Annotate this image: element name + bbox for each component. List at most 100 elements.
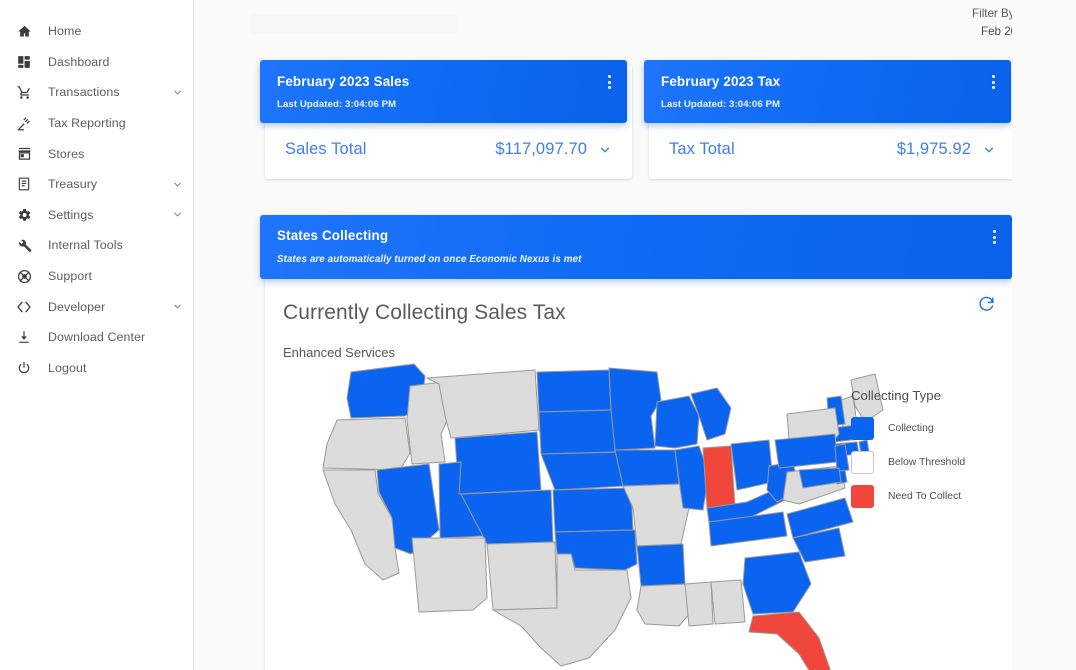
chevron-down-icon[interactable]: [172, 179, 183, 190]
loading-placeholder-bar: [251, 14, 457, 34]
tax-card-title: February 2023 Tax: [661, 74, 781, 89]
sidebar-item-download-center[interactable]: Download Center: [0, 322, 193, 353]
sidebar-item-label: Internal Tools: [48, 238, 123, 253]
enhanced-services-label: Enhanced Services: [283, 345, 396, 360]
legend-swatch: [851, 485, 874, 508]
sales-card-subtitle: Last Updated: 3:04:06 PM: [277, 99, 397, 110]
map-state-ga[interactable]: [742, 551, 812, 615]
filter-value: Feb 2023: [981, 25, 1030, 38]
sales-total-row[interactable]: Sales Total $117,097.70: [265, 123, 632, 179]
home-icon: [14, 22, 34, 40]
sidebar-item-label: Support: [48, 269, 93, 284]
kebab-menu-icon[interactable]: [991, 228, 998, 246]
kebab-menu-icon[interactable]: [606, 73, 613, 91]
sidebar-item-label: Transactions: [48, 85, 120, 100]
map-state-in[interactable]: [702, 445, 736, 509]
map-state-ne[interactable]: [540, 451, 626, 491]
sidebar-item-transactions[interactable]: Transactions: [0, 77, 193, 108]
right-background-strip: [1012, 0, 1076, 670]
receipt-icon: [14, 175, 34, 193]
page-title: Currently Collecting Sales Tax: [283, 301, 566, 324]
sidebar-item-support[interactable]: Support: [0, 261, 193, 292]
month-filter[interactable]: Filter By Month Feb 2023: [972, 6, 1050, 38]
legend-label: Below Threshold: [888, 457, 966, 468]
sales-summary-card: February 2023 Sales Last Updated: 3:04:0…: [260, 60, 632, 179]
map-state-mn[interactable]: [608, 367, 662, 451]
map-state-sd[interactable]: [538, 409, 616, 455]
states-card-subtitle: States are automatically turned on once …: [277, 254, 582, 265]
sales-total-value: $117,097.70: [495, 140, 587, 158]
chevron-down-icon[interactable]: [598, 143, 612, 157]
filter-title: Filter By Month: [972, 7, 1050, 20]
sales-card-header: February 2023 Sales Last Updated: 3:04:0…: [260, 60, 627, 123]
sales-total-value-group: $117,097.70: [495, 140, 612, 159]
calendar-icon[interactable]: [1037, 25, 1050, 38]
chevron-down-icon[interactable]: [172, 301, 183, 312]
chevron-down-icon[interactable]: [172, 209, 183, 220]
map-state-ar[interactable]: [636, 543, 686, 587]
sidebar-item-stores[interactable]: Stores: [0, 138, 193, 169]
sidebar-item-settings[interactable]: Settings: [0, 200, 193, 231]
map-state-al[interactable]: [710, 579, 746, 625]
sidebar-item-dashboard[interactable]: Dashboard: [0, 47, 193, 78]
sidebar-item-label: Treasury: [48, 177, 98, 192]
sales-card-title: February 2023 Sales: [277, 74, 410, 89]
map-state-oh[interactable]: [730, 439, 774, 491]
legend-title: Collecting Type: [851, 388, 941, 403]
summary-cards-row: February 2023 Sales Last Updated: 3:04:0…: [260, 60, 1017, 179]
legend-entry: Need To Collect: [851, 485, 1001, 508]
code-icon: [14, 298, 34, 316]
tax-total-value-group: $1,975.92: [897, 140, 996, 159]
sidebar-item-internal-tools[interactable]: Internal Tools: [0, 230, 193, 261]
tax-card-subtitle: Last Updated: 3:04:06 PM: [661, 99, 781, 110]
map-state-fl[interactable]: [748, 611, 831, 670]
map-state-ms[interactable]: [684, 581, 714, 627]
map-legend: Collecting Type Collecting Below Threshol…: [851, 388, 1001, 519]
tax-total-label: Tax Total: [669, 140, 735, 158]
dashboard-page: Home Dashboard Transactions Tax Reporting St…: [0, 0, 1076, 670]
states-card-title: States Collecting: [277, 228, 389, 243]
sidebar-item-label: Home: [48, 24, 82, 39]
sidebar-item-label: Logout: [48, 360, 87, 375]
legend-swatch: [851, 451, 874, 474]
gavel-icon: [14, 114, 34, 132]
map-state-az[interactable]: [411, 537, 488, 613]
sidebar-item-developer[interactable]: Developer: [0, 291, 193, 322]
legend-entry: Below Threshold: [851, 451, 1001, 474]
chevron-down-icon[interactable]: [982, 143, 996, 157]
map-state-wi[interactable]: [654, 395, 700, 449]
sidebar-item-logout[interactable]: Logout: [0, 353, 193, 384]
map-state-pa[interactable]: [774, 433, 838, 469]
filter-value-row[interactable]: Feb 2023: [972, 25, 1050, 38]
sidebar-item-tax-reporting[interactable]: Tax Reporting: [0, 108, 193, 139]
map-state-nm[interactable]: [486, 541, 558, 611]
sales-total-label: Sales Total: [285, 140, 367, 158]
refresh-icon[interactable]: [978, 296, 995, 313]
legend-entry: Collecting: [851, 417, 1001, 440]
map-state-nd[interactable]: [536, 369, 612, 413]
power-icon: [14, 359, 34, 377]
kebab-menu-icon[interactable]: [990, 73, 997, 91]
map-state-la[interactable]: [636, 583, 692, 627]
map-state-ks[interactable]: [552, 487, 634, 533]
main-content: Filter By Month Feb 2023 February 2023 S…: [194, 0, 1076, 670]
sidebar-nav-list: Home Dashboard Transactions Tax Reporting St…: [0, 16, 193, 383]
sidebar-item-label: Developer: [48, 299, 106, 314]
sidebar-item-label: Stores: [48, 146, 85, 161]
download-icon: [14, 328, 34, 346]
states-collecting-card: States Collecting States are automatical…: [260, 215, 1017, 670]
sidebar-item-label: Download Center: [48, 330, 146, 345]
sidebar-item-treasury[interactable]: Treasury: [0, 169, 193, 200]
chevron-down-icon[interactable]: [172, 87, 183, 98]
sidebar-item-home[interactable]: Home: [0, 16, 193, 47]
tax-card-header: February 2023 Tax Last Updated: 3:04:06 …: [644, 60, 1011, 123]
cart-icon: [14, 83, 34, 101]
dashboard-icon: [14, 53, 34, 71]
states-card-header: States Collecting States are automatical…: [260, 215, 1012, 279]
map-state-or[interactable]: [322, 417, 411, 471]
map-state-ia[interactable]: [614, 449, 680, 487]
gear-icon: [14, 206, 34, 224]
map-state-wy[interactable]: [454, 431, 542, 495]
tax-total-row[interactable]: Tax Total $1,975.92: [649, 123, 1016, 179]
tax-total-value: $1,975.92: [896, 140, 971, 158]
